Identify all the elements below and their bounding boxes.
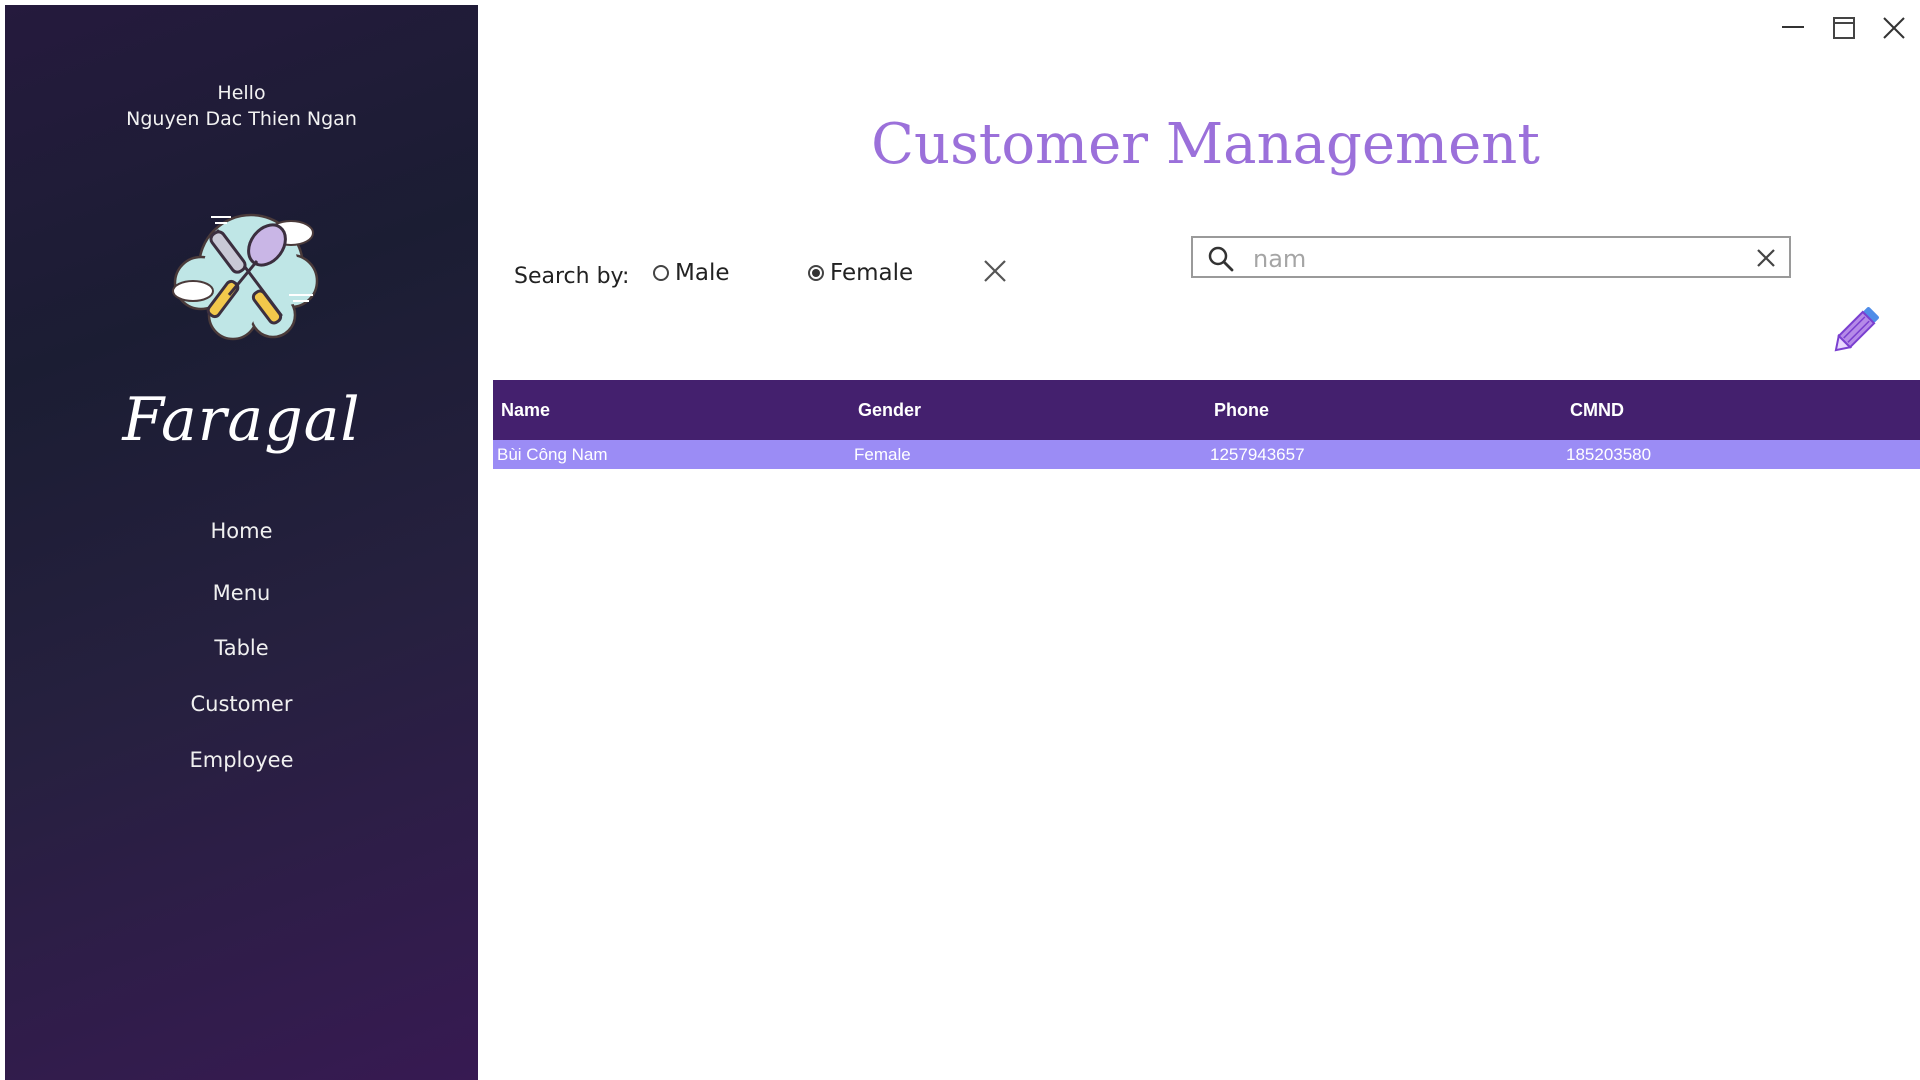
clear-filter-icon[interactable] <box>980 256 1010 286</box>
app-window: Hello Nguyen Dac Thien Ngan Faragal Home… <box>0 0 1920 1080</box>
search-by-label: Search by: <box>514 264 630 289</box>
column-header-phone[interactable]: Phone <box>1206 400 1562 421</box>
nav-item-menu[interactable]: Menu <box>5 581 478 605</box>
nav-item-home[interactable]: Home <box>5 519 478 543</box>
minimize-icon[interactable] <box>1772 8 1812 48</box>
search-icon <box>1208 246 1234 272</box>
nav-item-employee[interactable]: Employee <box>5 748 478 772</box>
cell-name[interactable]: Bùi Công Nam <box>493 445 850 465</box>
column-header-cmnd[interactable]: CMND <box>1562 400 1920 421</box>
search-box <box>1191 236 1791 278</box>
radio-male-label: Male <box>675 260 730 286</box>
radio-female-circle[interactable] <box>808 265 824 281</box>
radio-male[interactable]: Male <box>653 260 729 286</box>
brand-logo-text: Faragal <box>122 385 361 455</box>
page-title: Customer Management <box>871 112 1540 177</box>
greeting-text: Hello <box>217 82 266 104</box>
sidebar: Hello Nguyen Dac Thien Ngan Faragal Home… <box>5 5 478 1080</box>
radio-female[interactable]: Female <box>808 260 913 286</box>
pencil-icon[interactable] <box>1826 302 1884 360</box>
greeting: Hello Nguyen Dac Thien Ngan <box>5 80 478 132</box>
search-input[interactable] <box>1251 243 1725 275</box>
column-header-gender[interactable]: Gender <box>850 400 1206 421</box>
nav-item-customer[interactable]: Customer <box>5 692 478 716</box>
cell-gender[interactable]: Female <box>850 445 1206 465</box>
cell-cmnd[interactable]: 185203580 <box>1562 445 1920 465</box>
column-header-name[interactable]: Name <box>493 400 850 421</box>
radio-female-label: Female <box>830 260 914 286</box>
table-row[interactable]: Bùi Công Nam Female 1257943657 185203580 <box>493 440 1920 469</box>
table-header: Name Gender Phone CMND <box>493 380 1920 440</box>
user-name: Nguyen Dac Thien Ngan <box>126 108 357 130</box>
search-clear-icon[interactable] <box>1755 247 1777 269</box>
maximize-icon[interactable] <box>1824 8 1864 48</box>
close-icon[interactable] <box>1874 8 1914 48</box>
nav-item-table[interactable]: Table <box>5 636 478 660</box>
radio-male-circle[interactable] <box>653 265 669 281</box>
cell-phone[interactable]: 1257943657 <box>1206 445 1562 465</box>
customer-table: Name Gender Phone CMND Bùi Công Nam Fema… <box>493 380 1920 469</box>
fork-spoon-cloud-logo-icon <box>172 213 319 341</box>
